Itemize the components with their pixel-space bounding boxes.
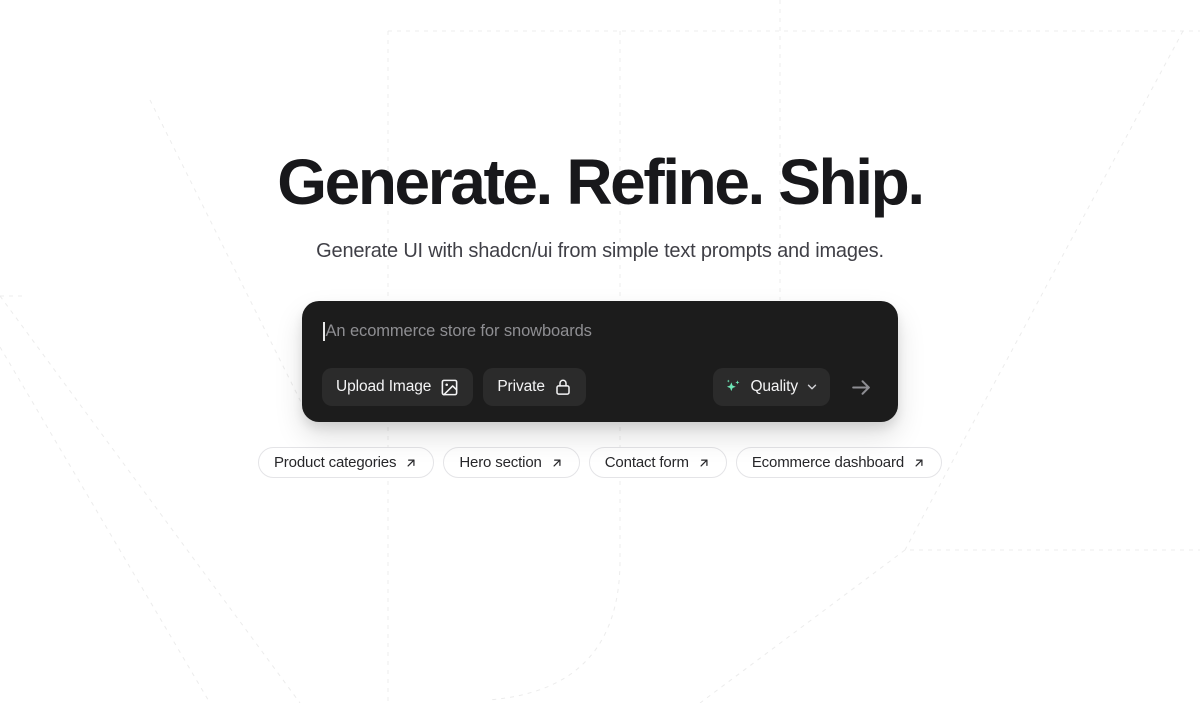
privacy-label: Private xyxy=(497,378,545,396)
page-subtitle: Generate UI with shadcn/ui from simple t… xyxy=(316,240,884,263)
image-icon xyxy=(440,378,459,397)
sparkles-icon xyxy=(723,377,743,397)
chip-label: Product categories xyxy=(273,454,397,472)
chevron-down-icon xyxy=(805,380,819,394)
submit-prompt-button[interactable] xyxy=(844,370,878,404)
suggestion-chip-ecommerce-dashboard[interactable]: Ecommerce dashboard xyxy=(735,447,943,479)
quality-label: Quality xyxy=(750,378,798,396)
suggestion-chip-contact-form[interactable]: Contact form xyxy=(588,447,727,479)
suggestion-chip-product-categories[interactable]: Product categories xyxy=(257,447,435,479)
chip-label: Ecommerce dashboard xyxy=(751,454,905,472)
chip-label: Hero section xyxy=(459,454,542,472)
upload-image-button[interactable]: Upload Image xyxy=(322,368,474,407)
arrow-up-right-icon xyxy=(697,456,711,470)
composer-toolbar: Upload Image Private Quality xyxy=(322,368,878,407)
arrow-up-right-icon xyxy=(912,456,926,470)
text-cursor xyxy=(323,321,325,341)
chip-label: Contact form xyxy=(604,454,689,472)
quality-selector-button[interactable]: Quality xyxy=(713,368,830,407)
page-title: Generate. Refine. Ship. xyxy=(277,146,925,218)
prompt-placeholder-text: An ecommerce store for snowboards xyxy=(325,321,592,340)
privacy-toggle-button[interactable]: Private xyxy=(483,368,586,407)
arrow-up-right-icon xyxy=(550,456,564,470)
suggestion-chip-hero-section[interactable]: Hero section xyxy=(443,447,580,479)
hero-section: Generate. Refine. Ship. Generate UI with… xyxy=(0,0,1200,703)
lock-icon xyxy=(554,378,572,396)
arrow-right-icon xyxy=(849,375,874,400)
prompt-composer: An ecommerce store for snowboards Upload… xyxy=(302,301,898,423)
arrow-up-right-icon xyxy=(404,456,418,470)
suggestion-chips: Product categories Hero section Contact … xyxy=(257,447,943,479)
prompt-input[interactable]: An ecommerce store for snowboards xyxy=(322,319,878,343)
upload-image-label: Upload Image xyxy=(336,378,432,396)
